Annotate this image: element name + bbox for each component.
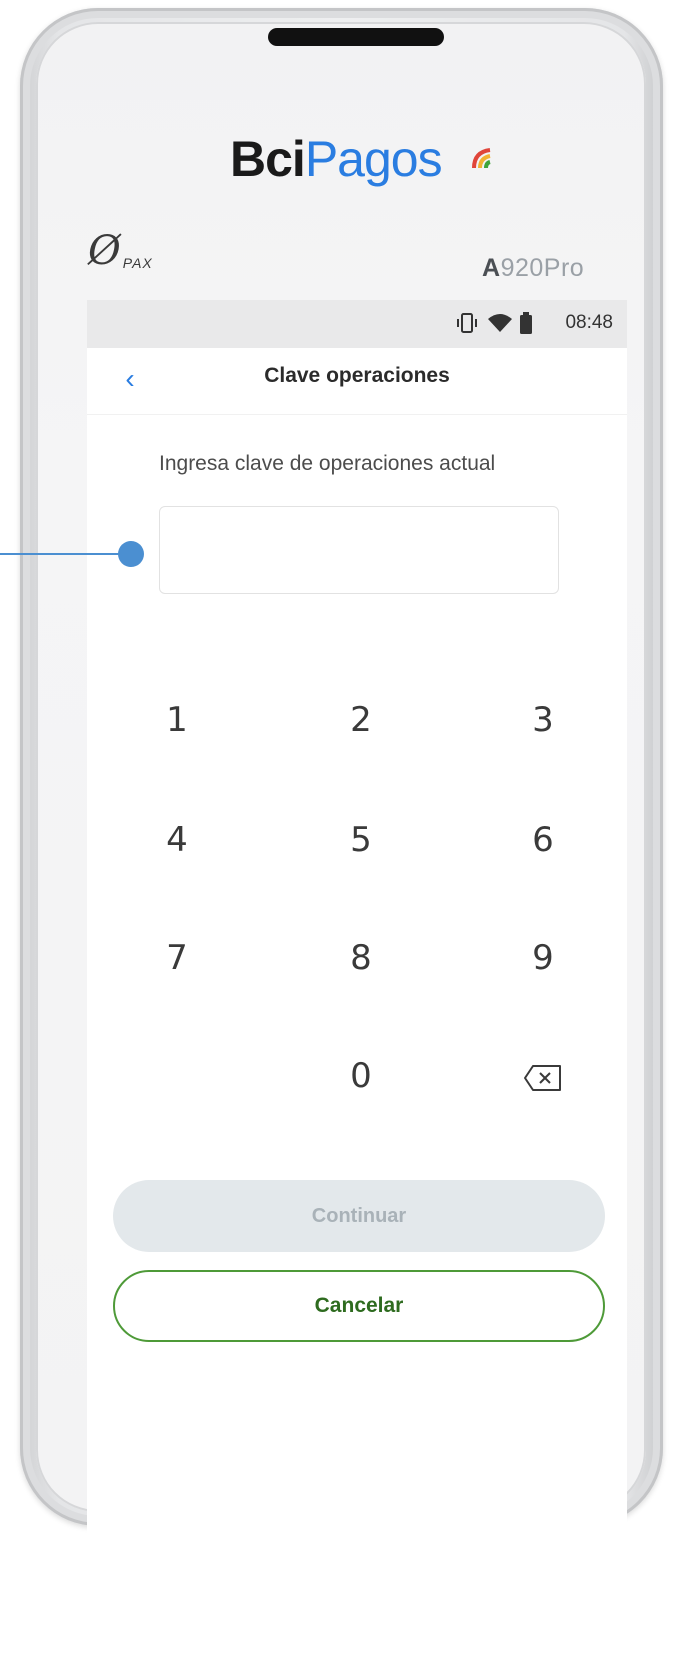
speaker-slot [268, 28, 444, 46]
vibrate-icon [457, 313, 477, 333]
wifi-icon [488, 314, 512, 332]
bottom-bezel [36, 1372, 646, 1490]
key-2[interactable]: 2 [301, 680, 421, 760]
signal-waves-icon [472, 148, 491, 169]
key-8[interactable]: 8 [301, 918, 421, 998]
pin-input[interactable] [159, 506, 559, 594]
pax-logo: Ø PAX [88, 228, 153, 274]
cancel-button[interactable]: Cancelar [113, 1270, 605, 1342]
continue-button[interactable]: Continuar [113, 1180, 605, 1252]
callout-dot [118, 541, 144, 567]
backspace-key[interactable] [483, 1036, 603, 1116]
battery-icon [520, 312, 532, 334]
key-4[interactable]: 4 [117, 800, 237, 880]
backspace-icon [524, 1064, 561, 1091]
page-title: Clave operaciones [264, 364, 450, 387]
status-time: 08:48 [565, 312, 613, 333]
bcipagos-logo: BciPagos [230, 131, 443, 187]
callout-line [0, 553, 128, 555]
key-6[interactable]: 6 [483, 800, 603, 880]
instruction-text: Ingresa clave de operaciones actual [159, 452, 496, 475]
model-label: A920Pro [482, 254, 585, 282]
app-header: ‹ Clave operaciones [87, 348, 627, 415]
key-9[interactable]: 9 [483, 918, 603, 998]
key-3[interactable]: 3 [483, 680, 603, 760]
key-7[interactable]: 7 [117, 918, 237, 998]
key-0[interactable]: 0 [301, 1036, 421, 1116]
key-1[interactable]: 1 [117, 680, 237, 760]
key-5[interactable]: 5 [301, 800, 421, 880]
status-bar: 08:48 [87, 300, 627, 348]
